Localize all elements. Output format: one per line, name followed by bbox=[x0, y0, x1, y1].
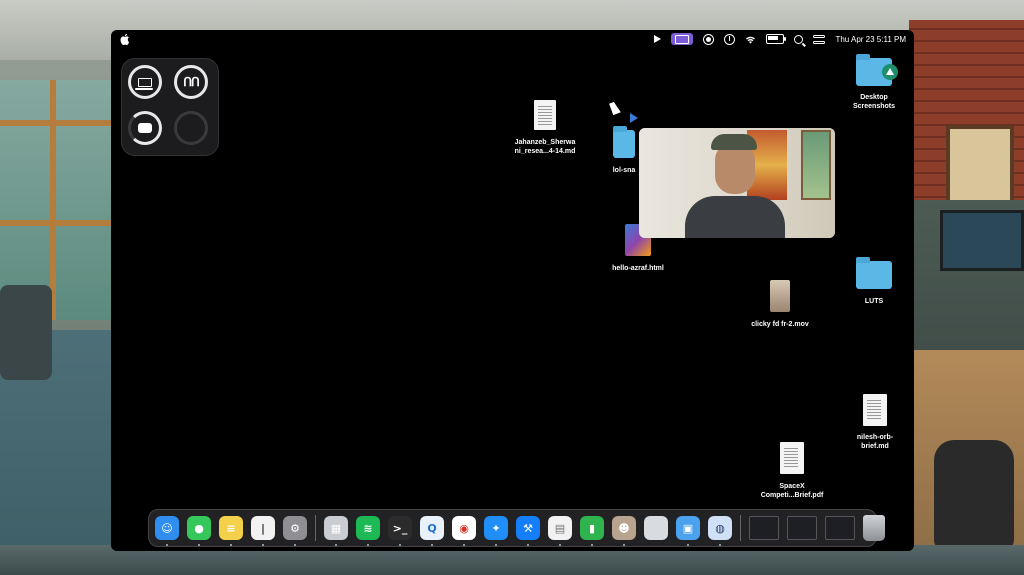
backpack bbox=[934, 440, 1014, 550]
sync-badge-icon bbox=[882, 64, 898, 80]
recent-window-3[interactable] bbox=[825, 516, 855, 540]
desktop-folder-lol-sna[interactable]: lol-sna bbox=[607, 126, 641, 175]
markdown-doc-icon bbox=[863, 394, 887, 426]
robot-icon: ◍ bbox=[715, 521, 725, 535]
browser-q-icon: Q bbox=[427, 521, 437, 535]
chrome-icon: ◉ bbox=[459, 521, 469, 535]
settings-icon: ⚙ bbox=[290, 521, 300, 535]
dock: ☺ ● ≡ | ⚙ ▦ ≋ >_ Q ◉ ✦ ⚒ ▤ ▮ ☻ ▣ ◍ bbox=[148, 509, 885, 547]
circle-dot-icon[interactable] bbox=[703, 33, 715, 45]
dock-app-blank-app[interactable] bbox=[644, 516, 668, 540]
control-center-icon[interactable] bbox=[813, 33, 826, 45]
folder-icon bbox=[856, 257, 892, 289]
safari-icon: ✦ bbox=[491, 521, 501, 535]
dock-app-xcode[interactable]: ⚒ bbox=[516, 516, 540, 546]
file-label: Jahanzeb_Sherwa ni_resea...4-14.md bbox=[514, 139, 576, 155]
dock-app-robot[interactable]: ◍ bbox=[708, 516, 732, 546]
video-person-cap bbox=[711, 134, 757, 150]
file-label: clicky fd fr-2.mov bbox=[751, 321, 809, 328]
contacts-icon: ☻ bbox=[618, 521, 630, 535]
trash-icon[interactable] bbox=[863, 515, 885, 541]
numbers-icon: ▮ bbox=[588, 521, 596, 535]
markdown-doc-icon bbox=[534, 100, 556, 130]
text-editor-icon: | bbox=[260, 521, 266, 535]
video-painting-2 bbox=[801, 130, 831, 200]
wifi-icon[interactable] bbox=[745, 33, 756, 45]
empty-battery-ring bbox=[174, 111, 208, 145]
dock-app-contacts[interactable]: ☻ bbox=[612, 516, 636, 546]
office-monitor bbox=[940, 210, 1024, 271]
desktop-folder-luts[interactable]: LUTS bbox=[851, 257, 897, 306]
wall-frame bbox=[946, 125, 1014, 211]
dock-app-files[interactable]: ▣ bbox=[676, 516, 700, 546]
airpods-icon: ᑎᑎ bbox=[183, 75, 200, 89]
menu-clock[interactable]: Thu Apr 23 5:11 PM bbox=[835, 35, 906, 44]
recent-window-1[interactable] bbox=[749, 516, 779, 540]
terminal-icon: >_ bbox=[392, 521, 408, 535]
desktop-file-research-md[interactable]: Jahanzeb_Sherwa ni_resea...4-14.md bbox=[509, 100, 581, 156]
dock-app-finder[interactable]: ☺ bbox=[155, 516, 179, 546]
file-label: hello-azraf.html bbox=[612, 265, 664, 272]
battery-icon[interactable] bbox=[766, 33, 787, 45]
dock-separator bbox=[740, 515, 741, 541]
xcode-icon: ⚒ bbox=[523, 521, 533, 535]
video-person-body bbox=[685, 196, 785, 238]
menu-extras: Thu Apr 23 5:11 PM bbox=[654, 30, 906, 48]
files-icon: ▣ bbox=[682, 521, 694, 535]
dock-app-window-manager[interactable]: ▦ bbox=[324, 516, 348, 546]
laptop-icon bbox=[135, 77, 153, 90]
dock-separator bbox=[315, 515, 316, 541]
recent-window-2[interactable] bbox=[787, 516, 817, 540]
office-chair bbox=[0, 285, 52, 380]
folder-label: lol-sna bbox=[612, 167, 636, 174]
desktop-file-nilesh-md[interactable]: nilesh-orb- brief.md bbox=[847, 394, 903, 451]
messages-icon: ● bbox=[194, 521, 204, 535]
battery-widget[interactable]: ᑎᑎ bbox=[121, 58, 219, 156]
video-file-icon bbox=[770, 280, 790, 312]
menu-bar: Thu Apr 23 5:11 PM bbox=[111, 30, 914, 48]
laptop-battery-ring bbox=[128, 65, 162, 99]
folder-label: LUTS bbox=[864, 298, 884, 305]
dock-app-spreadsheet[interactable]: ▤ bbox=[548, 516, 572, 546]
spreadsheet-icon: ▤ bbox=[554, 521, 566, 535]
finder-icon: ☺ bbox=[161, 521, 173, 535]
play-icon[interactable] bbox=[654, 33, 662, 45]
screen-share-icon[interactable] bbox=[671, 33, 694, 45]
dock-app-numbers[interactable]: ▮ bbox=[580, 516, 604, 546]
airpods-battery-ring: ᑎᑎ bbox=[174, 65, 208, 99]
blank-app-icon bbox=[644, 516, 668, 540]
mac-screen: Thu Apr 23 5:11 PM ᑎᑎ Jahanzeb_Sherwa ni… bbox=[111, 30, 914, 551]
desktop-folder-screenshots[interactable]: Desktop Screenshots bbox=[841, 54, 907, 111]
power-icon[interactable] bbox=[724, 33, 736, 45]
file-label: SpaceX Competi...Brief.pdf bbox=[760, 483, 824, 499]
case-battery-ring bbox=[128, 111, 162, 145]
dock-app-settings[interactable]: ⚙ bbox=[283, 516, 307, 546]
folder-icon bbox=[856, 54, 898, 86]
dock-app-browser-q[interactable]: Q bbox=[420, 516, 444, 546]
notes-icon: ≡ bbox=[226, 521, 236, 535]
webcam-overlay[interactable] bbox=[639, 128, 835, 238]
folder-icon bbox=[613, 126, 635, 158]
file-label: nilesh-orb- brief.md bbox=[856, 434, 894, 450]
desktop-file-clicky-mov[interactable]: clicky fd fr-2.mov bbox=[743, 280, 817, 329]
dock-app-spotify[interactable]: ≋ bbox=[356, 516, 380, 546]
folder-label: Desktop Screenshots bbox=[852, 94, 896, 110]
apple-icon[interactable] bbox=[120, 33, 130, 45]
window-manager-icon: ▦ bbox=[330, 521, 342, 535]
spotify-icon: ≋ bbox=[363, 521, 373, 535]
pointer-arrow-icon bbox=[630, 113, 638, 123]
dock-app-text-editor[interactable]: | bbox=[251, 516, 275, 546]
dock-app-safari[interactable]: ✦ bbox=[484, 516, 508, 546]
dock-app-notes[interactable]: ≡ bbox=[219, 516, 243, 546]
pdf-doc-icon bbox=[780, 442, 804, 474]
airpods-case-icon bbox=[138, 123, 152, 133]
mouse-cursor-icon bbox=[609, 100, 621, 116]
office-window bbox=[0, 80, 118, 320]
dock-app-chrome[interactable]: ◉ bbox=[452, 516, 476, 546]
desktop-file-spacex-pdf[interactable]: SpaceX Competi...Brief.pdf bbox=[751, 442, 833, 500]
search-icon[interactable] bbox=[794, 33, 804, 45]
dock-app-terminal[interactable]: >_ bbox=[388, 516, 412, 546]
dock-app-messages[interactable]: ● bbox=[187, 516, 211, 546]
